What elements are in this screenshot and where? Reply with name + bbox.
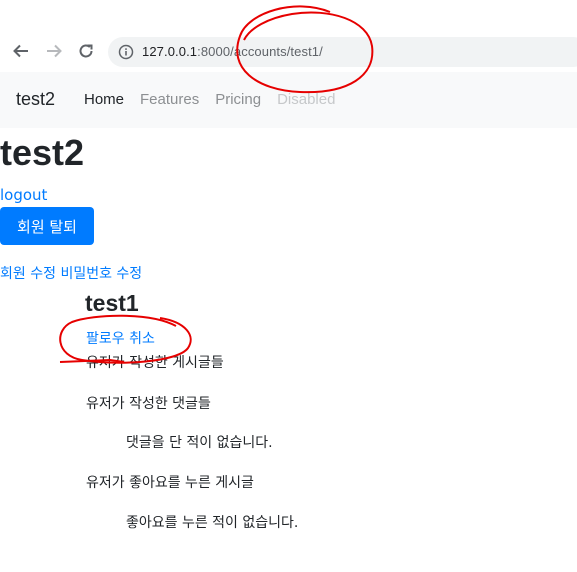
comments-empty-message: 댓글을 단 적이 없습니다. bbox=[126, 435, 273, 451]
navbar-brand[interactable]: test2 bbox=[16, 89, 55, 110]
delete-account-button[interactable]: 회원 탈퇴 bbox=[0, 207, 94, 245]
nav-link-home[interactable]: Home bbox=[84, 91, 124, 108]
likes-heading: 유저가 좋아요를 누른 게시글 bbox=[86, 475, 254, 491]
nav-link-disabled: Disabled bbox=[277, 91, 336, 108]
likes-empty-message: 좋아요를 누른 적이 없습니다. bbox=[126, 515, 299, 531]
nav-link-features[interactable]: Features bbox=[140, 91, 199, 108]
info-icon[interactable] bbox=[118, 44, 134, 64]
navbar-links: Home Features Pricing Disabled bbox=[84, 91, 351, 108]
reload-icon[interactable] bbox=[75, 40, 97, 62]
forward-arrow-icon[interactable] bbox=[43, 40, 65, 62]
back-arrow-icon[interactable] bbox=[10, 40, 32, 62]
posts-heading: 유저가 작성한 게시글들 bbox=[86, 355, 224, 371]
change-password-link[interactable]: 비밀번호 수정 bbox=[60, 266, 142, 282]
comments-heading: 유저가 작성한 댓글들 bbox=[86, 396, 211, 412]
url-path: /accounts/test1/ bbox=[230, 44, 323, 59]
unfollow-link[interactable]: 팔로우 취소 bbox=[86, 328, 155, 348]
navbar: test2 Home Features Pricing Disabled bbox=[0, 72, 577, 128]
url-text: 127.0.0.1:8000/accounts/test1/ bbox=[142, 44, 323, 59]
url-host: 127.0.0.1 bbox=[142, 44, 198, 59]
account-links: 회원 수정 비밀번호 수정 bbox=[0, 263, 142, 283]
page-title: test2 bbox=[0, 132, 85, 173]
browser-toolbar: 127.0.0.1:8000/accounts/test1/ bbox=[0, 30, 577, 73]
profile-name: test1 bbox=[85, 290, 139, 316]
nav-link-pricing[interactable]: Pricing bbox=[215, 91, 261, 108]
address-bar[interactable]: 127.0.0.1:8000/accounts/test1/ bbox=[108, 37, 577, 67]
edit-profile-link[interactable]: 회원 수정 bbox=[0, 266, 56, 282]
logout-link[interactable]: logout bbox=[0, 186, 47, 204]
url-port: :8000 bbox=[197, 44, 231, 59]
